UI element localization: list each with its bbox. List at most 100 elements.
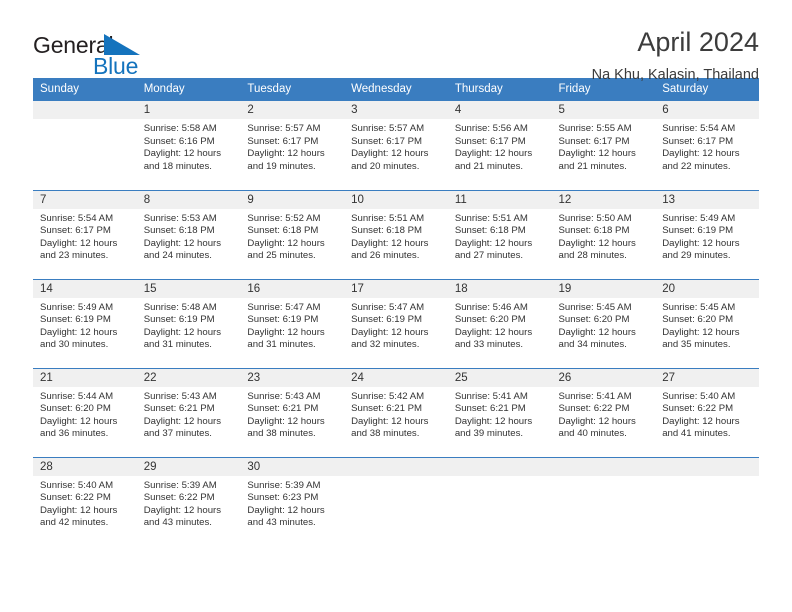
- day-number: 27: [655, 368, 759, 387]
- day-cell-details: Sunrise: 5:39 AM Sunset: 6:23 PM Daylight:…: [240, 476, 344, 530]
- day-cell-details: Sunrise: 5:50 AM Sunset: 6:18 PM Daylight:…: [552, 209, 656, 263]
- calendar-day-cell[interactable]: 16 Sunrise: 5:47 AM Sunset: 6:19 PM Dayligh…: [240, 278, 345, 368]
- calendar-day-cell[interactable]: 3 Sunrise: 5:57 AM Sunset: 6:17 PM Daylight…: [344, 101, 448, 190]
- calendar-day-cell[interactable]: 21 Sunrise: 5:44 AM Sunset: 6:20 PM Dayligh…: [33, 367, 137, 457]
- day-detail-sunset: Sunset: 6:22 PM: [40, 492, 111, 504]
- day-detail-daylight-line1: Daylight: 12 hours: [247, 237, 325, 249]
- day-detail-daylight-line2: and 34 minutes.: [558, 339, 627, 351]
- calendar-day-cell[interactable]: 24 Sunrise: 5:42 AM Sunset: 6:21 PM Dayligh…: [344, 367, 448, 457]
- day-detail-sunset: Sunset: 6:20 PM: [662, 314, 734, 326]
- day-detail-daylight-line2: and 29 minutes.: [662, 250, 731, 262]
- calendar-day-cell[interactable]: 5 Sunrise: 5:55 AM Sunset: 6:17 PM Daylight…: [551, 101, 656, 190]
- calendar-day-cell[interactable]: 20 Sunrise: 5:45 AM Sunset: 6:20 PM Dayligh…: [655, 278, 759, 368]
- day-detail-sunset: Sunset: 6:18 PM: [247, 225, 319, 237]
- day-detail-daylight-line1: Daylight: 12 hours: [40, 415, 118, 427]
- day-detail-daylight-line1: Daylight: 12 hours: [662, 237, 740, 249]
- day-detail-daylight-line1: Daylight: 12 hours: [351, 148, 429, 160]
- triangle-flag-icon: [104, 34, 140, 55]
- calendar-day-cell[interactable]: 4 Sunrise: 5:56 AM Sunset: 6:17 PM Daylight…: [447, 101, 552, 190]
- calendar-day-cell[interactable]: 15 Sunrise: 5:48 AM Sunset: 6:19 PM Dayligh…: [136, 278, 241, 368]
- day-detail-daylight-line1: Daylight: 12 hours: [40, 237, 118, 249]
- day-number: [655, 457, 759, 476]
- calendar-day-cell[interactable]: 19 Sunrise: 5:45 AM Sunset: 6:20 PM Dayligh…: [551, 278, 656, 368]
- weekday-header-tuesday: Tuesday: [240, 78, 345, 101]
- calendar-day-cell[interactable]: 30 Sunrise: 5:39 AM Sunset: 6:23 PM Dayligh…: [240, 456, 345, 546]
- day-detail-sunrise: Sunrise: 5:46 AM: [454, 301, 528, 313]
- day-number: 18: [447, 279, 552, 298]
- day-detail-sunset: Sunset: 6:21 PM: [351, 403, 423, 415]
- calendar-day-cell[interactable]: 11 Sunrise: 5:51 AM Sunset: 6:18 PM Dayligh…: [447, 189, 552, 279]
- day-number: 28: [33, 457, 137, 476]
- brand-name-blue: Blue: [93, 53, 139, 79]
- calendar-day-cell: [551, 456, 656, 546]
- day-detail-sunset: Sunset: 6:20 PM: [40, 403, 111, 415]
- calendar-day-cell[interactable]: 18 Sunrise: 5:46 AM Sunset: 6:20 PM Dayligh…: [447, 278, 552, 368]
- day-detail-daylight-line2: and 30 minutes.: [40, 339, 109, 351]
- day-detail-sunset: Sunset: 6:18 PM: [558, 225, 630, 237]
- day-detail-sunrise: Sunrise: 5:45 AM: [558, 301, 632, 313]
- day-number: 7: [33, 190, 137, 209]
- calendar-day-cell[interactable]: 14 Sunrise: 5:49 AM Sunset: 6:19 PM Dayligh…: [33, 278, 137, 368]
- day-cell-inner: 2 Sunrise: 5:57 AM Sunset: 6:17 PM Daylight…: [240, 101, 345, 190]
- page-title: April 2024: [637, 27, 759, 57]
- day-number: 3: [344, 101, 448, 119]
- calendar-day-cell[interactable]: 1 Sunrise: 5:58 AM Sunset: 6:16 PM Daylight…: [136, 101, 241, 190]
- day-detail-daylight-line1: Daylight: 12 hours: [558, 326, 636, 338]
- day-cell-inner: 28 Sunrise: 5:40 AM Sunset: 6:22 PM Dayligh…: [33, 457, 137, 547]
- day-detail-daylight-line1: Daylight: 12 hours: [454, 415, 533, 427]
- calendar-day-cell[interactable]: 12 Sunrise: 5:50 AM Sunset: 6:18 PM Dayligh…: [551, 189, 656, 279]
- day-detail-daylight-line1: Daylight: 12 hours: [143, 504, 222, 516]
- weekday-header-wednesday: Wednesday: [344, 78, 448, 101]
- day-detail-sunrise: Sunrise: 5:53 AM: [143, 212, 217, 224]
- calendar-day-cell[interactable]: 26 Sunrise: 5:41 AM Sunset: 6:22 PM Dayligh…: [551, 367, 656, 457]
- day-detail-daylight-line1: Daylight: 12 hours: [247, 415, 325, 427]
- day-cell-details: [655, 476, 759, 480]
- day-detail-sunrise: Sunrise: 5:51 AM: [454, 212, 528, 224]
- day-detail-sunrise: Sunrise: 5:43 AM: [143, 390, 217, 402]
- day-detail-daylight-line2: and 24 minutes.: [143, 250, 212, 262]
- calendar-day-cell[interactable]: 13 Sunrise: 5:49 AM Sunset: 6:19 PM Dayligh…: [655, 189, 759, 279]
- brand-logo[interactable]: General Blue: [33, 26, 203, 79]
- day-cell-details: Sunrise: 5:45 AM Sunset: 6:20 PM Daylight:…: [655, 298, 759, 352]
- day-cell-details: Sunrise: 5:43 AM Sunset: 6:21 PM Daylight:…: [137, 387, 241, 441]
- calendar-day-cell[interactable]: 6 Sunrise: 5:54 AM Sunset: 6:17 PM Daylight…: [655, 101, 759, 190]
- calendar-day-cell[interactable]: 28 Sunrise: 5:40 AM Sunset: 6:22 PM Dayligh…: [33, 456, 137, 547]
- day-detail-daylight-line1: Daylight: 12 hours: [247, 148, 325, 160]
- calendar-day-cell[interactable]: 25 Sunrise: 5:41 AM Sunset: 6:21 PM Dayligh…: [447, 367, 552, 457]
- day-detail-daylight-line1: Daylight: 12 hours: [40, 504, 118, 516]
- day-cell-inner: 19 Sunrise: 5:45 AM Sunset: 6:20 PM Dayligh…: [551, 279, 656, 368]
- day-cell-inner: 4 Sunrise: 5:56 AM Sunset: 6:17 PM Daylight…: [447, 101, 552, 190]
- calendar-day-cell: [344, 456, 448, 546]
- calendar-day-cell[interactable]: 27 Sunrise: 5:40 AM Sunset: 6:22 PM Dayligh…: [655, 367, 759, 457]
- day-number: 23: [240, 368, 345, 387]
- day-number: 20: [655, 279, 759, 298]
- day-number: 21: [33, 368, 137, 387]
- day-detail-sunrise: Sunrise: 5:54 AM: [40, 212, 114, 224]
- calendar-day-cell[interactable]: 2 Sunrise: 5:57 AM Sunset: 6:17 PM Daylight…: [240, 101, 345, 190]
- day-cell-details: Sunrise: 5:46 AM Sunset: 6:20 PM Daylight:…: [448, 298, 552, 352]
- calendar-day-cell[interactable]: 23 Sunrise: 5:43 AM Sunset: 6:21 PM Dayligh…: [240, 367, 345, 457]
- day-detail-sunrise: Sunrise: 5:49 AM: [662, 212, 736, 224]
- day-detail-daylight-line1: Daylight: 12 hours: [143, 415, 222, 427]
- day-detail-sunset: Sunset: 6:19 PM: [351, 314, 423, 326]
- day-detail-daylight-line1: Daylight: 12 hours: [454, 148, 533, 160]
- day-detail-sunset: Sunset: 6:17 PM: [351, 135, 423, 147]
- day-detail-daylight-line2: and 36 minutes.: [40, 428, 109, 440]
- calendar-day-cell[interactable]: 8 Sunrise: 5:53 AM Sunset: 6:18 PM Daylight…: [136, 189, 241, 279]
- day-detail-daylight-line2: and 31 minutes.: [143, 339, 212, 351]
- day-cell-details: Sunrise: 5:51 AM Sunset: 6:18 PM Daylight:…: [344, 209, 448, 263]
- day-number: 9: [240, 190, 345, 209]
- day-detail-sunrise: Sunrise: 5:47 AM: [351, 301, 425, 313]
- day-number: [344, 457, 448, 476]
- calendar-day-cell[interactable]: 9 Sunrise: 5:52 AM Sunset: 6:18 PM Daylight…: [240, 189, 345, 279]
- day-detail-daylight-line1: Daylight: 12 hours: [558, 237, 636, 249]
- day-detail-daylight-line2: and 32 minutes.: [351, 339, 420, 351]
- calendar-day-cell[interactable]: 17 Sunrise: 5:47 AM Sunset: 6:19 PM Dayligh…: [344, 278, 448, 368]
- calendar-day-cell[interactable]: 10 Sunrise: 5:51 AM Sunset: 6:18 PM Dayligh…: [344, 189, 448, 279]
- calendar-day-cell[interactable]: 7 Sunrise: 5:54 AM Sunset: 6:17 PM Daylight…: [33, 189, 137, 279]
- calendar-day-cell[interactable]: 22 Sunrise: 5:43 AM Sunset: 6:21 PM Dayligh…: [136, 367, 241, 457]
- day-number: 14: [33, 279, 137, 298]
- day-detail-daylight-line1: Daylight: 12 hours: [558, 415, 636, 427]
- day-detail-sunset: Sunset: 6:19 PM: [143, 314, 215, 326]
- calendar-day-cell[interactable]: 29 Sunrise: 5:39 AM Sunset: 6:22 PM Dayligh…: [136, 456, 241, 546]
